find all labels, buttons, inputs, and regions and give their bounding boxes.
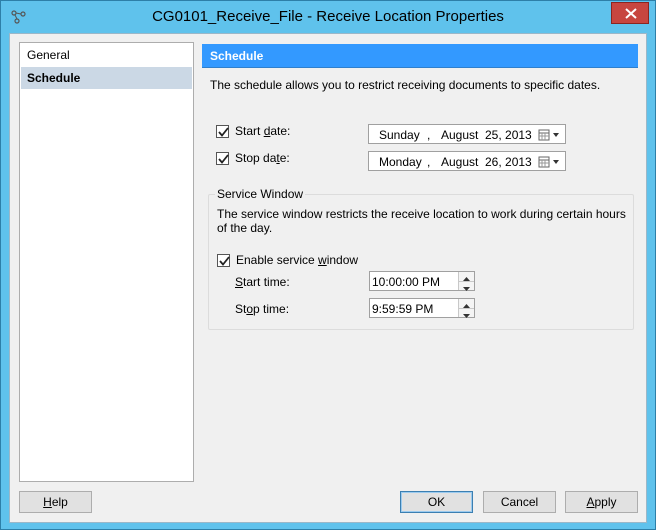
window-title: CG0101_Receive_File - Receive Location P… [152,8,504,25]
check-icon [218,153,229,164]
service-window-title: Service Window [215,187,306,201]
start-date-label: Start date: [235,124,291,138]
check-icon [218,126,229,137]
apply-button[interactable]: Apply [565,491,638,513]
service-window-description: The service window restricts the receive… [217,207,626,235]
enable-service-window-label: Enable service window [236,253,359,267]
start-time-input[interactable]: 10:00:00 PM [369,271,475,291]
check-icon [219,255,230,266]
schedule-panel: Schedule The schedule allows you to rest… [202,44,638,484]
cancel-button[interactable]: Cancel [483,491,556,513]
stop-date-day[interactable]: Monday [379,155,422,169]
start-date-separator: , [427,128,431,142]
stop-time-spinner[interactable] [458,299,474,318]
stop-date-calendar-button[interactable] [537,155,563,169]
help-button[interactable]: Help [19,491,92,513]
chevron-down-icon [463,287,470,291]
stop-date-picker[interactable]: Monday , August 26, 2013 [368,151,566,171]
start-date-picker[interactable]: Sunday , August 25, 2013 [368,124,566,144]
close-button[interactable] [611,2,649,24]
stop-date-daynum[interactable]: 26, 2013 [485,155,532,169]
enable-service-window-checkbox[interactable] [217,253,230,267]
calendar-icon [538,156,559,168]
start-date-checkbox-row[interactable]: Start date: [216,124,290,138]
ok-button[interactable]: OK [400,491,473,513]
start-time-spinner[interactable] [458,272,474,291]
stop-date-checkbox[interactable] [216,151,229,165]
start-date-daynum[interactable]: 25, 2013 [485,128,532,142]
properties-window: CG0101_Receive_File - Receive Location P… [0,0,656,530]
dialog-client-area: General Schedule Schedule The schedule a… [9,33,647,523]
chevron-down-icon [463,314,470,318]
panel-header: Schedule [202,44,638,68]
start-time-spin-down[interactable] [459,281,474,291]
stop-time-label: Stop time: [235,302,290,316]
nav-item-general[interactable]: General [21,44,192,66]
schedule-description: The schedule allows you to restrict rece… [210,78,601,92]
stop-time-value[interactable]: 9:59:59 PM [372,302,433,316]
start-time-spin-up[interactable] [459,272,474,281]
stop-date-separator: , [427,155,431,169]
calendar-icon [538,129,559,141]
stop-time-spin-down[interactable] [459,308,474,318]
start-date-month[interactable]: August [441,128,478,142]
start-date-day[interactable]: Sunday [379,128,420,142]
close-icon [625,8,637,19]
stop-time-spin-up[interactable] [459,299,474,308]
service-window-group: Service Window The service window restri… [208,187,634,330]
stop-date-checkbox-row[interactable]: Stop date: [216,151,290,165]
stop-date-month[interactable]: August [441,155,478,169]
start-time-label: Start time: [235,275,290,289]
start-date-checkbox[interactable] [216,124,229,138]
navigation-list: General Schedule [19,42,194,482]
title-bar[interactable]: CG0101_Receive_File - Receive Location P… [1,1,655,33]
start-date-calendar-button[interactable] [537,128,563,142]
start-time-value[interactable]: 10:00:00 PM [372,275,440,289]
nav-item-schedule[interactable]: Schedule [21,67,192,89]
enable-service-window-row[interactable]: Enable service window [217,253,358,267]
stop-date-label: Stop date: [235,151,290,165]
stop-time-input[interactable]: 9:59:59 PM [369,298,475,318]
